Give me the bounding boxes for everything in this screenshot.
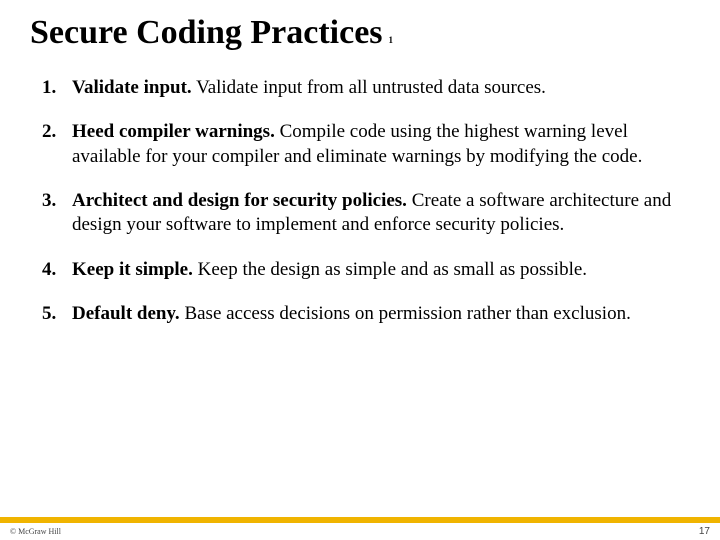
practice-list: Validate input. Validate input from all … [30, 76, 690, 326]
list-item: Architect and design for security polici… [36, 189, 690, 238]
list-item: Default deny. Base access decisions on p… [36, 302, 690, 326]
footer-text-row: © McGraw Hill 17 [0, 523, 720, 540]
title-suffix: 1 [389, 35, 394, 45]
item-lead: Validate input. [72, 77, 192, 98]
list-item: Keep it simple. Keep the design as simpl… [36, 258, 690, 282]
item-lead: Keep it simple. [72, 259, 193, 280]
title-block: Secure Coding Practices 1 [30, 14, 690, 52]
footer: © McGraw Hill 17 [0, 517, 720, 540]
item-body: Validate input from all untrusted data s… [192, 77, 546, 98]
item-body: Keep the design as simple and as small a… [193, 259, 587, 280]
page-number: 17 [699, 526, 710, 537]
page-title: Secure Coding Practices [30, 14, 383, 52]
list-item: Validate input. Validate input from all … [36, 76, 690, 100]
item-body: Base access decisions on permission rath… [180, 303, 631, 324]
item-lead: Architect and design for security polici… [72, 190, 407, 211]
item-lead: Default deny. [72, 303, 180, 324]
item-lead: Heed compiler warnings. [72, 121, 275, 142]
copyright-text: © McGraw Hill [10, 527, 61, 536]
list-item: Heed compiler warnings. Compile code usi… [36, 120, 690, 169]
slide: Secure Coding Practices 1 Validate input… [0, 0, 720, 540]
